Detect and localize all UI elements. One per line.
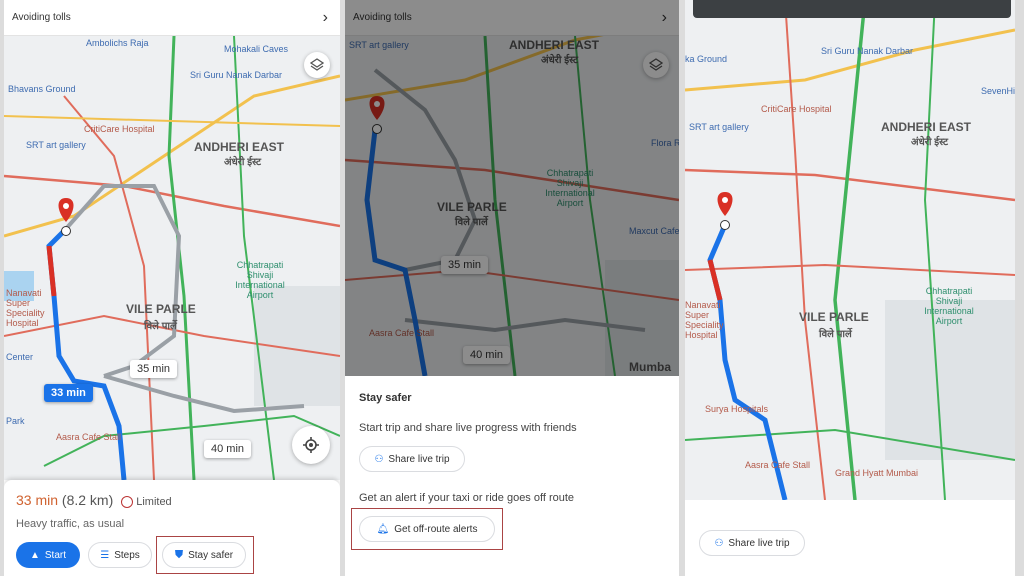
sheet-title: Stay safer <box>359 392 412 404</box>
map-label: विले पार्ले <box>144 321 177 332</box>
map-label: VILE PARLE <box>799 310 869 324</box>
map-label: ANDHERI EAST <box>881 120 972 134</box>
start-label: Start <box>44 549 67 561</box>
map-label: ka Ground <box>685 54 728 64</box>
share-live-trip-button[interactable]: ⚇ Share live trip <box>699 530 805 556</box>
map-label: अंधेरी ईस्ट <box>911 137 949 148</box>
map-label: अंधेरी ईस्ट <box>224 157 262 168</box>
map-label: CritiCare Hospital <box>761 104 832 114</box>
map-canvas <box>685 0 1015 500</box>
map-label: SRT art gallery <box>26 140 86 150</box>
share-live-trip-label: Share live trip <box>388 453 450 465</box>
map-label: विले पार्ले <box>819 329 852 340</box>
map-label: Nanavati Super Speciality Hospital <box>685 300 724 340</box>
person-add-icon: ⚇ <box>374 453 384 465</box>
route-options-title: Avoiding tolls <box>12 12 71 23</box>
map-label: Sri Guru Nanak Darbar <box>821 46 914 56</box>
map-label: Sri Guru Nanak Darbar <box>190 70 283 80</box>
map-view[interactable]: Sri Guru Nanak Darbar ka Ground CritiCar… <box>685 0 1015 500</box>
steps-button[interactable]: ☰ Steps <box>88 542 152 568</box>
map-label: Center <box>6 352 34 362</box>
alert-description: Get an alert if your taxi or ride goes o… <box>359 492 575 504</box>
steps-label: Steps <box>114 549 140 561</box>
chevron-right-icon[interactable]: › <box>323 9 328 26</box>
map-label: Grand Hyatt Mumbai <box>835 468 919 478</box>
map-label: Chhatrapati Shivaji International Airpor… <box>235 260 285 300</box>
map-label: Mohakali Caves <box>224 44 289 54</box>
highlight-box <box>156 536 254 574</box>
live-trip-panel: Sri Guru Nanak Darbar ka Ground CritiCar… <box>685 0 1015 576</box>
map-label: ANDHERI EAST <box>194 140 285 154</box>
share-description: Start trip and share live progress with … <box>359 422 577 434</box>
dim-overlay <box>345 0 679 376</box>
directions-panel: Avoiding tolls › Ambolichs Raja Mohakali… <box>4 0 340 576</box>
route-options-bar[interactable]: Avoiding tolls › <box>4 0 340 36</box>
highlight-box <box>351 508 503 550</box>
navigation-toast <box>693 0 1011 18</box>
map-label: Nanavati Super Speciality Hospital <box>6 288 45 328</box>
map-label: Park <box>6 416 25 426</box>
limited-badge: Limited <box>121 496 172 509</box>
map-label: SevenHil <box>981 86 1015 96</box>
duration: 33 min <box>16 492 59 508</box>
map-label: Chhatrapati Shivaji International Airpor… <box>924 286 974 326</box>
layers-icon[interactable] <box>304 52 330 78</box>
list-icon: ☰ <box>100 549 110 561</box>
map-label: VILE PARLE <box>126 302 196 316</box>
map-label: CritiCare Hospital <box>84 124 155 134</box>
traffic-status: Heavy traffic, as usual <box>16 518 125 530</box>
stay-safer-panel: SRT art gallery ANDHERI EAST अंधेरी ईस्ट… <box>345 0 679 576</box>
share-live-trip-label: Share live trip <box>728 537 790 549</box>
map-label: Bhavans Ground <box>8 84 76 94</box>
map-view[interactable]: Ambolichs Raja Mohakali Caves Sri Guru N… <box>4 36 340 480</box>
start-button[interactable]: ▲ Start <box>16 542 80 568</box>
map-canvas <box>4 36 340 480</box>
navigation-arrow-icon: ▲ <box>29 549 40 561</box>
map-label: Aasra Cafe Stall <box>56 432 122 442</box>
map-label: Ambolichs Raja <box>86 38 149 48</box>
map-label: Surya Hospitals <box>705 404 769 414</box>
share-live-trip-button[interactable]: ⚇ Share live trip <box>359 446 465 472</box>
route-time-primary[interactable]: 33 min <box>44 384 93 402</box>
live-trip-sheet: ⚇ Share live trip <box>685 500 1015 576</box>
map-label: Aasra Cafe Stall <box>745 460 811 470</box>
person-add-icon: ⚇ <box>714 537 724 549</box>
limited-icon <box>121 496 134 509</box>
route-time-alt[interactable]: 35 min <box>130 360 178 378</box>
distance: (8.2 km) <box>61 492 114 508</box>
route-summary-line: 33 min (8.2 km) Limited <box>16 492 172 509</box>
limited-label: Limited <box>136 496 172 508</box>
route-time-alt[interactable]: 40 min <box>204 440 252 458</box>
stay-safer-sheet: Stay safer Start trip and share live pro… <box>345 376 679 576</box>
my-location-icon[interactable] <box>292 426 330 464</box>
route-summary-sheet: 33 min (8.2 km) Limited Heavy traffic, a… <box>4 480 340 576</box>
map-label: SRT art gallery <box>689 122 749 132</box>
